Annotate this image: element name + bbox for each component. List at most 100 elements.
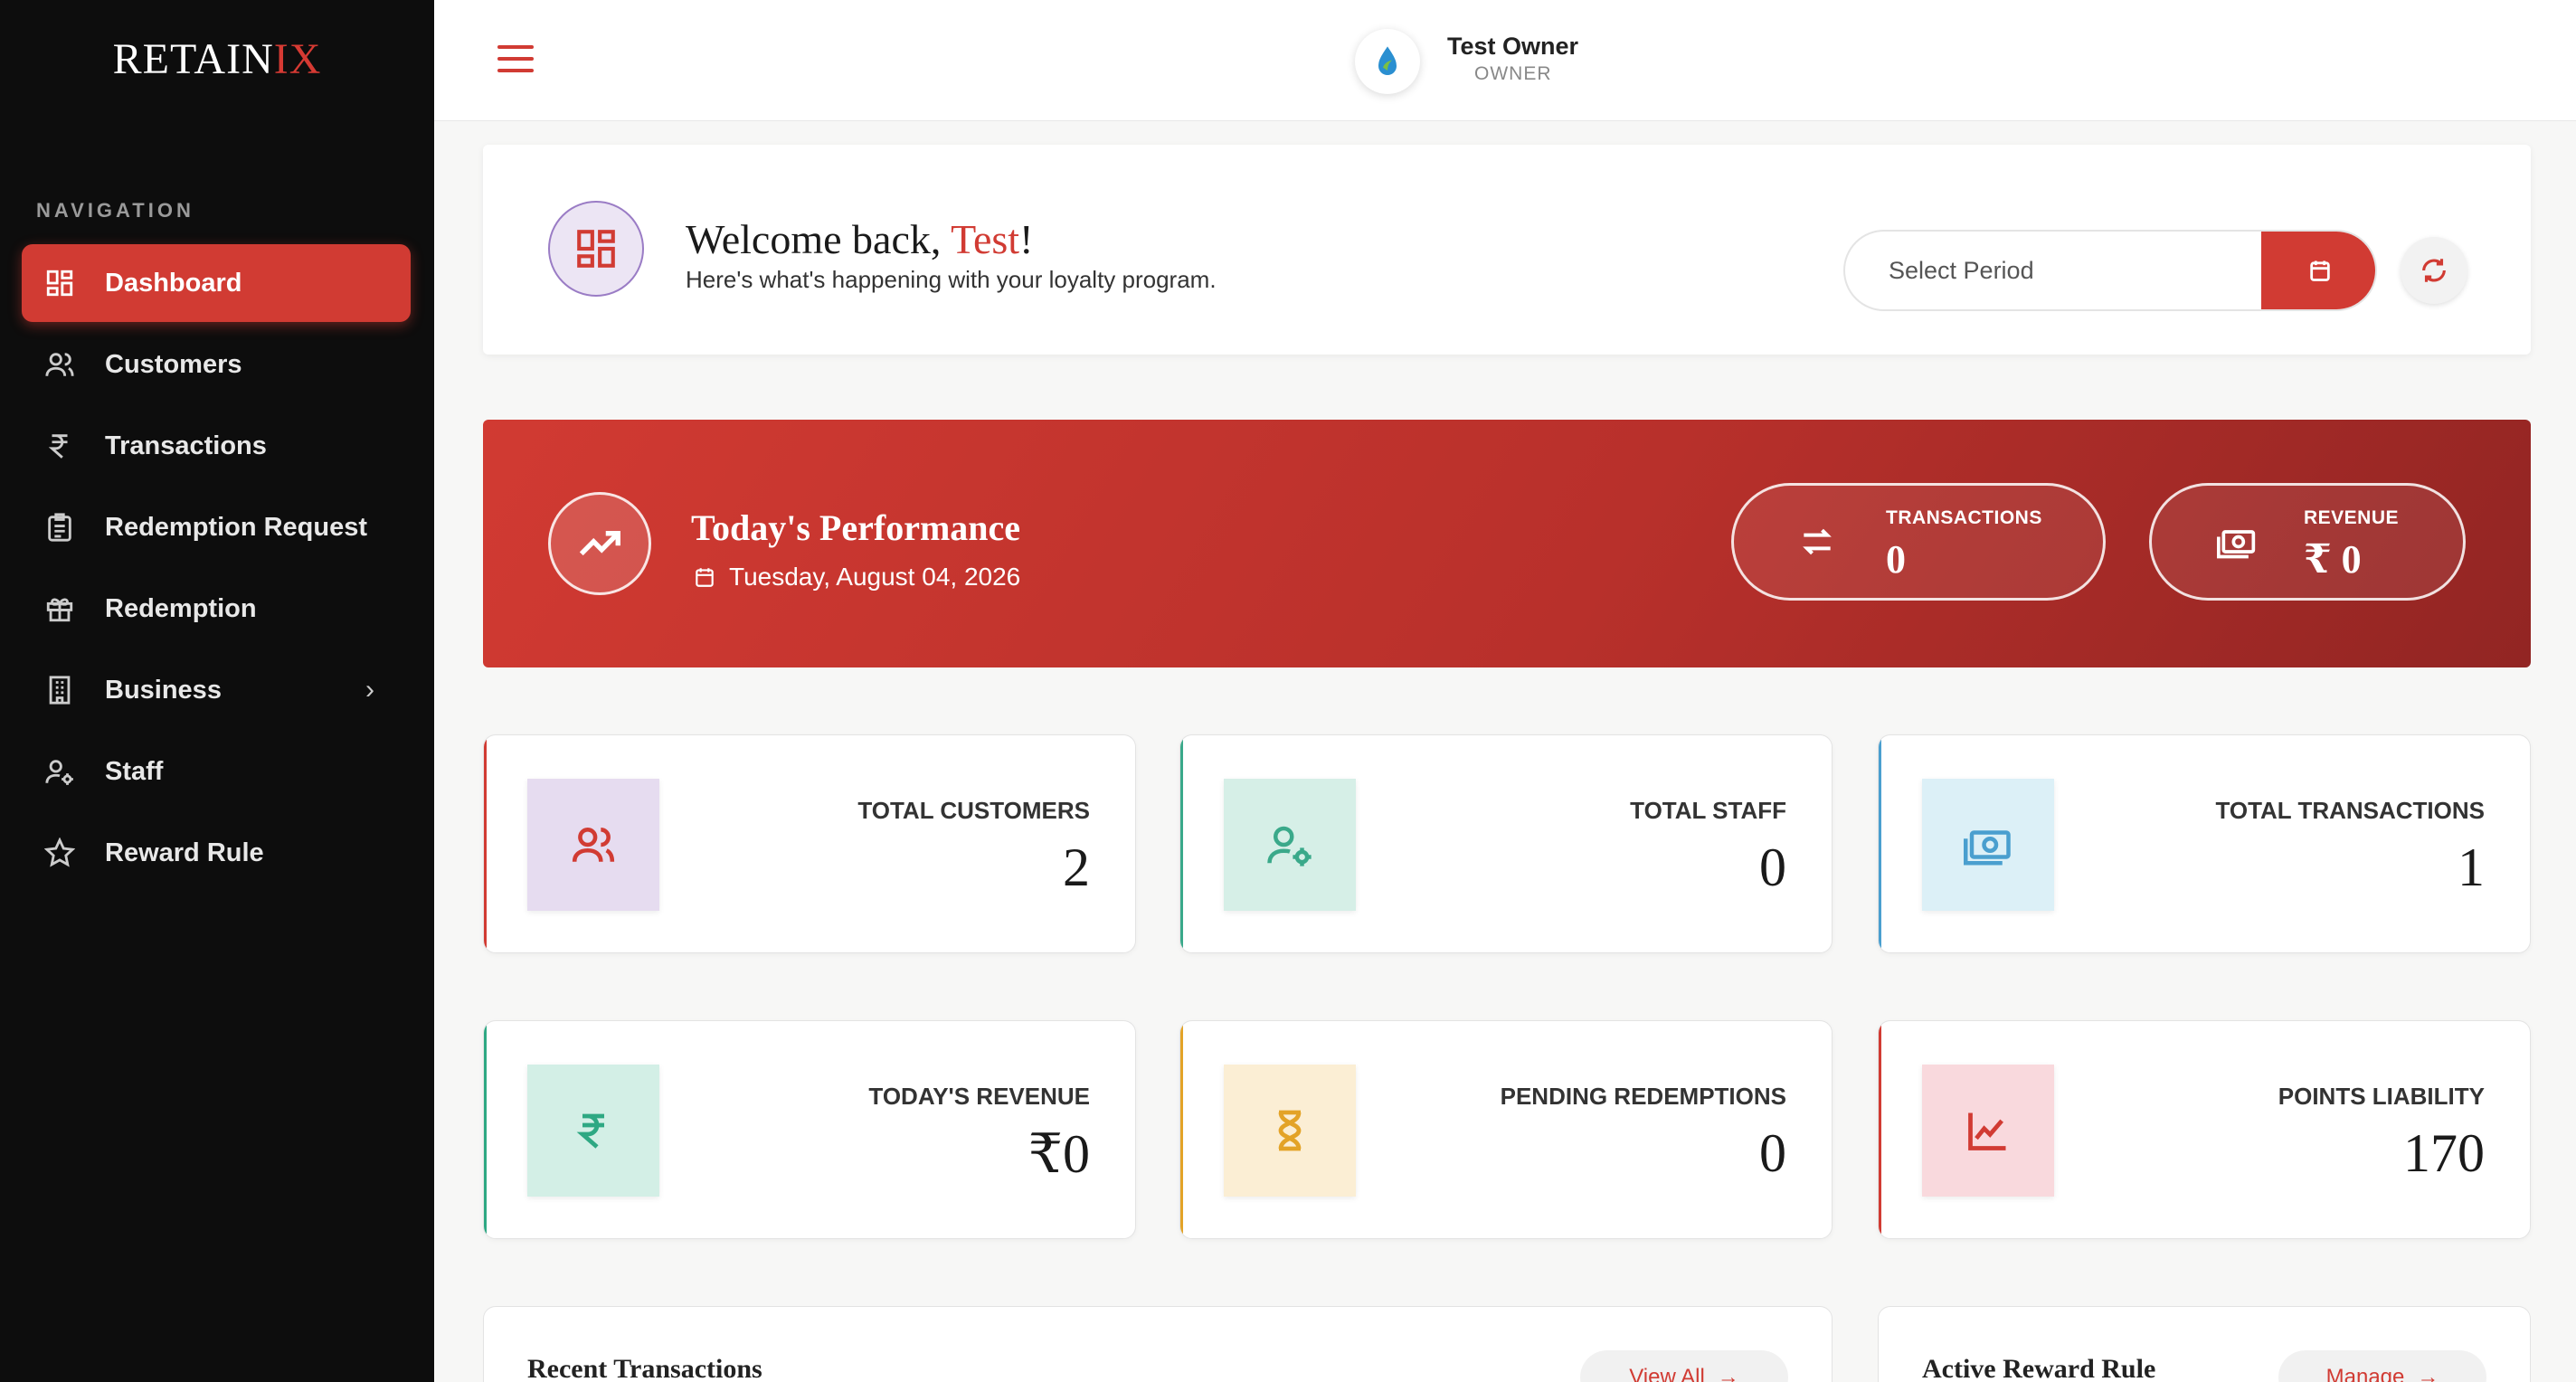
stat-value: 170 xyxy=(2403,1123,2485,1183)
hourglass-icon xyxy=(1224,1065,1356,1197)
period-picker xyxy=(1843,230,2377,311)
stat-label: TOTAL CUSTOMERS xyxy=(857,797,1090,824)
transactions-value: 0 xyxy=(1886,537,1906,582)
active-reward-rule-title: Active Reward Rule xyxy=(1922,1354,2156,1382)
transactions-pill: TRANSACTIONS 0 xyxy=(1731,483,2106,601)
stat-label: POINTS LIABILITY xyxy=(2278,1083,2485,1110)
performance-date: Tuesday, August 04, 2026 xyxy=(693,563,1020,592)
user-gear-icon xyxy=(42,753,78,790)
refresh-icon xyxy=(2422,259,2446,282)
active-reward-rule-panel: Active Reward Rule Manage → xyxy=(1878,1306,2531,1382)
performance-date-text: Tuesday, August 04, 2026 xyxy=(729,563,1021,591)
nav-heading: NAVIGATION xyxy=(36,199,194,222)
menu-toggle-icon[interactable] xyxy=(497,45,534,76)
sidebar-item-label: Dashboard xyxy=(105,268,242,298)
trending-up-icon xyxy=(548,492,651,595)
cash-icon xyxy=(2215,522,2259,566)
sidebar-item-staff[interactable]: Staff xyxy=(22,733,411,810)
users-icon xyxy=(527,779,659,911)
cash-icon xyxy=(1922,779,2054,911)
stat-value: 0 xyxy=(1759,838,1786,897)
user-gear-icon xyxy=(1224,779,1356,911)
brand-name-main: RETAIN xyxy=(112,35,274,83)
card-accent-edge xyxy=(1180,735,1183,952)
manage-button[interactable]: Manage → xyxy=(2278,1350,2486,1382)
dashboard-icon xyxy=(548,201,644,297)
calendar-icon xyxy=(2310,260,2330,281)
card-accent-edge xyxy=(484,735,487,952)
stat-value: ₹0 xyxy=(1028,1124,1090,1184)
sidebar-item-redemption-request[interactable]: Redemption Request xyxy=(22,488,411,566)
card-accent-edge xyxy=(1879,1021,1881,1238)
revenue-label: REVENUE xyxy=(2304,507,2400,528)
performance-title: Today's Performance xyxy=(691,507,1021,548)
sidebar-item-customers[interactable]: Customers xyxy=(22,326,411,403)
stat-label: TODAY'S REVENUE xyxy=(868,1083,1090,1110)
stat-card-total-customers[interactable]: TOTAL CUSTOMERS 2 xyxy=(483,734,1136,953)
stat-card-todays-revenue[interactable]: TODAY'S REVENUE ₹0 xyxy=(483,1020,1136,1239)
sidebar-item-business[interactable]: Business › xyxy=(22,651,411,729)
sidebar-item-label: Transactions xyxy=(105,431,267,460)
card-accent-edge xyxy=(1180,1021,1183,1238)
topbar: Test Owner OWNER xyxy=(434,0,2576,121)
sidebar-item-redemption[interactable]: Redemption xyxy=(22,570,411,648)
stat-label: PENDING REDEMPTIONS xyxy=(1500,1083,1786,1110)
calendar-icon xyxy=(696,568,714,587)
sidebar-item-label: Customers xyxy=(105,349,242,379)
chart-line-icon xyxy=(1922,1065,2054,1197)
stat-value: 1 xyxy=(2458,838,2485,897)
stat-card-points-liability[interactable]: POINTS LIABILITY 170 xyxy=(1878,1020,2531,1239)
welcome-subtitle: Here's what's happening with your loyalt… xyxy=(686,266,1217,293)
rupee-icon xyxy=(42,428,78,464)
avatar[interactable] xyxy=(1355,29,1420,94)
card-accent-edge xyxy=(1879,735,1881,952)
sidebar-item-label: Redemption Request xyxy=(105,512,368,542)
performance-banner: Today's Performance Tuesday, August 04, … xyxy=(483,420,2531,667)
stat-value: 0 xyxy=(1759,1123,1786,1183)
building-icon xyxy=(42,672,78,708)
calendar-button[interactable] xyxy=(2261,232,2375,309)
swap-icon xyxy=(1797,522,1837,566)
stat-card-total-transactions[interactable]: TOTAL TRANSACTIONS 1 xyxy=(1878,734,2531,953)
sidebar-item-label: Business xyxy=(105,675,222,705)
sidebar-item-transactions[interactable]: Transactions xyxy=(22,407,411,485)
page-title: Welcome back, Test! xyxy=(686,215,1033,263)
revenue-value: ₹ 0 xyxy=(2304,537,2362,582)
sidebar-item-dashboard[interactable]: Dashboard xyxy=(22,244,411,322)
recent-transactions-panel: Recent Transactions View All → xyxy=(483,1306,1833,1382)
manage-label: Manage xyxy=(2325,1365,2405,1382)
user-logo-icon xyxy=(1378,46,1397,75)
brand-logo[interactable]: RETAINIX xyxy=(0,34,434,84)
stat-value: 2 xyxy=(1063,838,1090,897)
users-icon xyxy=(42,346,78,383)
stat-card-total-staff[interactable]: TOTAL STAFF 0 xyxy=(1179,734,1833,953)
refresh-button[interactable] xyxy=(2401,237,2467,304)
view-all-label: View All xyxy=(1629,1365,1705,1382)
welcome-card: Welcome back, Test! Here's what's happen… xyxy=(483,145,2531,355)
sidebar: RETAINIX NAVIGATION Dashboard Customers … xyxy=(0,0,434,1382)
gift-icon xyxy=(42,591,78,627)
stat-label: TOTAL TRANSACTIONS xyxy=(2215,797,2485,824)
stat-card-pending-redemptions[interactable]: PENDING REDEMPTIONS 0 xyxy=(1179,1020,1833,1239)
revenue-pill: REVENUE ₹ 0 xyxy=(2149,483,2466,601)
period-input[interactable] xyxy=(1845,232,2265,309)
welcome-user-name: Test xyxy=(951,216,1020,262)
user-role: OWNER xyxy=(1474,63,1552,84)
arrow-right-icon: → xyxy=(1717,1365,1739,1382)
user-name[interactable]: Test Owner xyxy=(1447,33,1578,61)
recent-transactions-title: Recent Transactions xyxy=(527,1354,762,1382)
stat-label: TOTAL STAFF xyxy=(1630,797,1786,824)
nav-list: Dashboard Customers Transactions Redempt… xyxy=(22,244,411,895)
view-all-button[interactable]: View All → xyxy=(1580,1350,1788,1382)
card-accent-edge xyxy=(484,1021,487,1238)
sidebar-item-label: Reward Rule xyxy=(105,838,264,867)
sidebar-item-reward-rule[interactable]: Reward Rule xyxy=(22,814,411,892)
transactions-label: TRANSACTIONS xyxy=(1886,507,2042,528)
star-icon xyxy=(42,835,78,871)
brand-name-accent: IX xyxy=(273,35,322,83)
welcome-suffix: ! xyxy=(1019,216,1034,262)
chevron-right-icon: › xyxy=(365,675,374,705)
dashboard-icon xyxy=(42,265,78,301)
welcome-prefix: Welcome back, xyxy=(686,216,952,262)
sidebar-item-label: Staff xyxy=(105,756,164,786)
